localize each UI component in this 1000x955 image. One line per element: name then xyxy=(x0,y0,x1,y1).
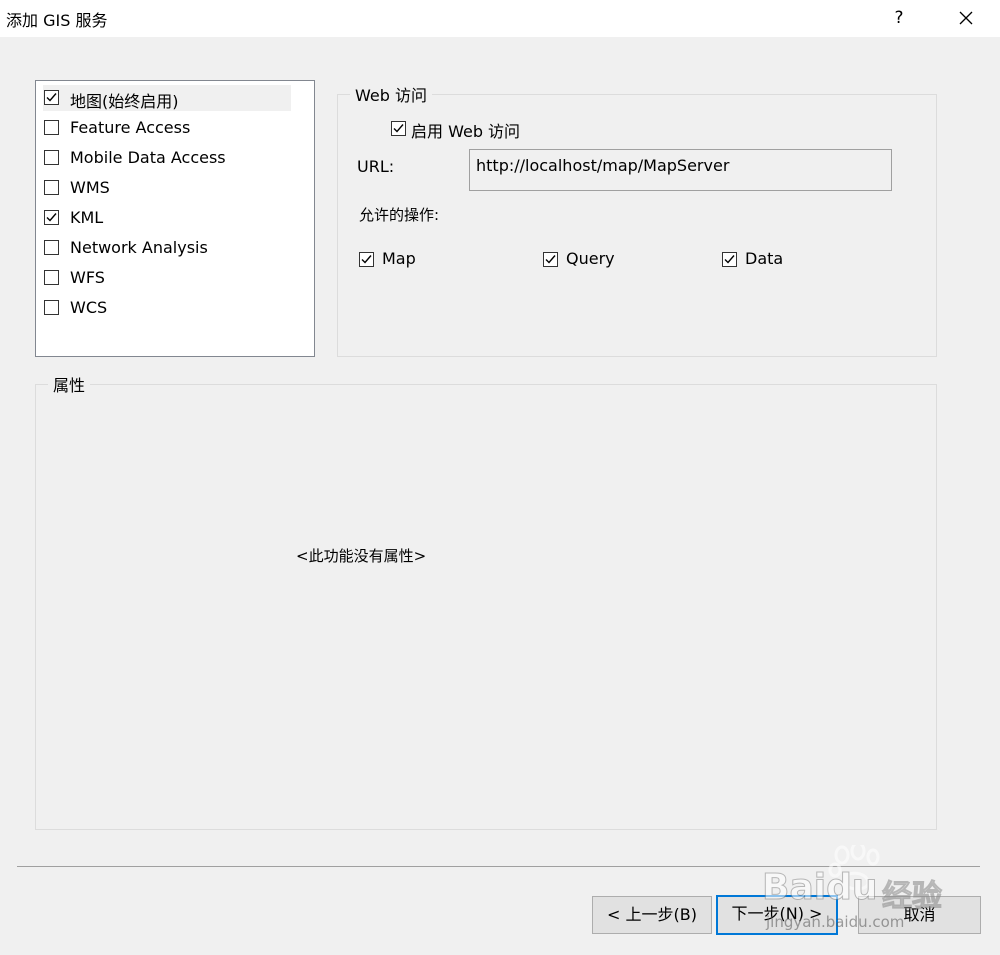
service-checkbox-network-analysis[interactable] xyxy=(44,240,59,255)
help-button[interactable]: ? xyxy=(884,4,914,32)
service-checkbox-feature-access[interactable] xyxy=(44,120,59,135)
service-item-wfs[interactable]: WFS xyxy=(43,265,291,291)
service-item-map[interactable]: 地图(始终启用) xyxy=(43,85,291,111)
service-label: WMS xyxy=(70,178,110,197)
service-checkbox-kml[interactable] xyxy=(44,210,59,225)
operation-checkbox-map[interactable]: Map xyxy=(359,249,439,271)
properties-group-title: 属性 xyxy=(53,376,86,395)
operation-query-box[interactable] xyxy=(543,252,558,267)
operation-checkbox-data[interactable]: Data xyxy=(722,249,802,271)
service-label: WCS xyxy=(70,298,108,317)
enable-web-access-checkbox[interactable]: 启用 Web 访问 xyxy=(391,118,551,141)
checkmark-icon xyxy=(545,255,556,264)
url-value: http://localhost/map/MapServer xyxy=(476,156,730,175)
checkmark-icon xyxy=(46,213,57,222)
service-checkbox-mobile-data-access[interactable] xyxy=(44,150,59,165)
close-button[interactable] xyxy=(948,4,984,32)
checkmark-icon xyxy=(724,255,735,264)
baidu-watermark: Baidu 经验 jingyan.baidu.com xyxy=(742,845,982,935)
service-item-network-analysis[interactable]: Network Analysis xyxy=(43,235,291,261)
service-item-kml[interactable]: KML xyxy=(43,205,291,231)
service-label: Mobile Data Access xyxy=(70,148,226,167)
watermark-brand: Baidu xyxy=(761,867,878,909)
service-label: Feature Access xyxy=(70,118,191,137)
no-properties-text: <此功能没有属性> xyxy=(296,547,427,565)
service-item-wcs[interactable]: WCS xyxy=(43,295,291,321)
checkmark-icon xyxy=(361,255,372,264)
service-label: Network Analysis xyxy=(70,238,208,257)
watermark-suffix: 经验 xyxy=(882,879,943,915)
url-label: URL: xyxy=(357,157,395,176)
service-item-wms[interactable]: WMS xyxy=(43,175,291,201)
service-label: 地图(始终启用) xyxy=(70,92,179,111)
operation-label: Data xyxy=(745,249,784,268)
service-checkbox-wfs[interactable] xyxy=(44,270,59,285)
service-label: KML xyxy=(70,208,104,227)
operation-checkbox-query[interactable]: Query xyxy=(543,249,633,271)
watermark-url: jingyan.baidu.com xyxy=(766,913,905,931)
service-label: WFS xyxy=(70,268,105,287)
enable-web-access-label: 启用 Web 访问 xyxy=(411,122,521,141)
back-button[interactable]: < 上一步(B) xyxy=(592,896,712,934)
service-item-mobile-data-access[interactable]: Mobile Data Access xyxy=(43,145,291,171)
allowed-operations-label: 允许的操作: xyxy=(359,206,440,224)
enable-web-access-box[interactable] xyxy=(391,121,406,136)
url-field[interactable]: http://localhost/map/MapServer xyxy=(469,149,892,191)
close-icon xyxy=(959,11,973,25)
service-capability-list[interactable]: 地图(始终启用) Feature Access Mobile Data Acce… xyxy=(35,80,315,357)
operation-label: Map xyxy=(382,249,416,268)
title-bar: 添加 GIS 服务 ? xyxy=(0,0,1000,37)
operation-data-box[interactable] xyxy=(722,252,737,267)
web-access-group-title: Web 访问 xyxy=(355,86,427,105)
service-item-feature-access[interactable]: Feature Access xyxy=(43,115,291,141)
properties-group: 属性 xyxy=(35,372,937,830)
operation-label: Query xyxy=(566,249,615,268)
checkmark-icon xyxy=(393,124,404,133)
service-checkbox-wms[interactable] xyxy=(44,180,59,195)
dialog-title: 添加 GIS 服务 xyxy=(6,11,108,30)
service-checkbox-map[interactable] xyxy=(44,90,59,105)
checkmark-icon xyxy=(46,93,57,102)
service-checkbox-wcs[interactable] xyxy=(44,300,59,315)
operation-map-box[interactable] xyxy=(359,252,374,267)
